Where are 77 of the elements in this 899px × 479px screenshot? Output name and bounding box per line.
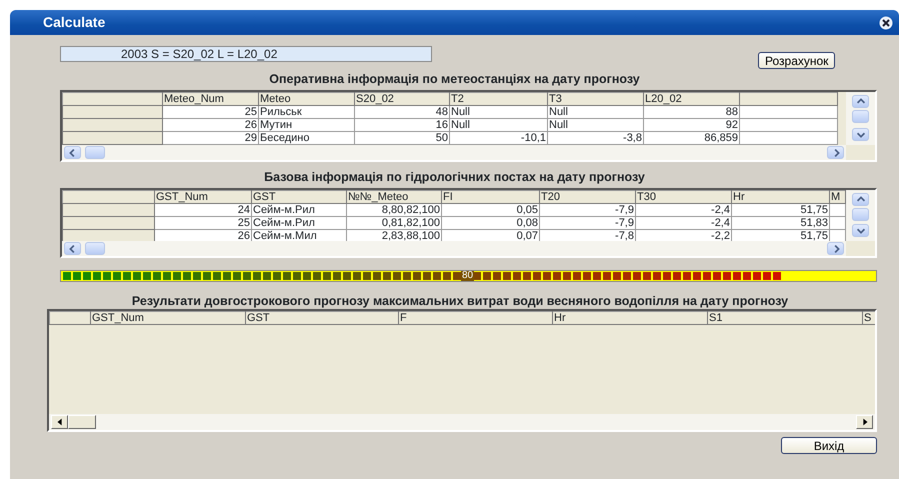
table-cell: Мутин: [258, 118, 354, 132]
column-header[interactable]: Meteo: [258, 92, 354, 106]
table-cell: Беседино: [258, 132, 354, 144]
table-cell: 48: [354, 106, 450, 118]
horizontal-scrollbar[interactable]: [62, 145, 846, 160]
column-header[interactable]: Meteo_Num: [162, 92, 258, 106]
table-cell: Null: [450, 106, 548, 118]
table-cell: 16: [354, 118, 450, 132]
header-cell[interactable]: [62, 92, 162, 106]
column-header[interactable]: T20: [540, 190, 636, 204]
section-title: Оперативна інформація по метеостанціях на дату прогнозу: [268, 73, 641, 86]
horizontal-scrollbar[interactable]: [62, 241, 846, 256]
table-cell: Сейм-м.Рил: [252, 216, 346, 230]
column-header[interactable]: T3: [548, 92, 644, 106]
table-cell: 92: [644, 118, 740, 132]
vertical-scrollbar[interactable]: [846, 92, 875, 145]
header-cell[interactable]: [740, 92, 838, 106]
table-cell: 86,859: [644, 132, 740, 144]
header-cell[interactable]: [50, 312, 90, 324]
close-icon[interactable]: [879, 16, 893, 30]
column-header[interactable]: GST_Num: [90, 312, 246, 324]
header-cell[interactable]: [62, 190, 154, 204]
column-header[interactable]: FI: [442, 190, 540, 204]
table-cell: -2,4: [636, 216, 732, 230]
exit-button[interactable]: Вихід: [781, 437, 877, 454]
table-cell: 0,08: [442, 216, 540, 230]
table-cell: 51,75: [732, 204, 830, 216]
table-cell: Сейм-м.Рил: [252, 204, 346, 216]
scroll-thumb[interactable]: [852, 110, 869, 123]
table-cell: 25: [154, 216, 252, 230]
parameters-field[interactable]: 2003 S = S20_02 L = L20_02: [60, 46, 432, 62]
table-cell: 24: [154, 204, 252, 216]
table-cell: Null: [548, 118, 644, 132]
progress-reading: 80: [461, 271, 474, 281]
table-cell: 51,83: [732, 216, 830, 230]
column-header[interactable]: GST: [246, 312, 398, 324]
window-title: Calculate: [43, 13, 106, 32]
table-cell: -10,1: [450, 132, 548, 144]
table-cell: 25: [162, 106, 258, 118]
column-header[interactable]: L20_02: [644, 92, 740, 106]
column-header[interactable]: Hr: [732, 190, 830, 204]
table-cell: Null: [548, 106, 644, 118]
scroll-up-button[interactable]: [852, 193, 869, 206]
scroll-thumb[interactable]: [85, 146, 105, 159]
column-header[interactable]: F: [398, 312, 552, 324]
vertical-scrollbar[interactable]: [846, 190, 875, 241]
section-title: Результати довгострокового прогнозу максимальних витрат води весняного водопілля на дату прогнозу: [130, 295, 790, 308]
calculate-button[interactable]: Розрахунок: [758, 52, 836, 69]
table-cell: 0,81,82,100: [346, 216, 442, 230]
table-cell: 88: [644, 106, 740, 118]
column-header[interactable]: GST: [252, 190, 346, 204]
column-header[interactable]: №№_Meteo: [346, 190, 442, 204]
table-cell: -7,9: [540, 204, 636, 216]
column-header[interactable]: S: [862, 312, 875, 324]
table-cell: -3,8: [548, 132, 644, 144]
table-cell: -2,4: [636, 204, 732, 216]
scroll-up-button[interactable]: [852, 95, 869, 108]
column-header[interactable]: Hr: [552, 312, 708, 324]
column-header[interactable]: GST_Num: [154, 190, 252, 204]
scroll-down-button[interactable]: [852, 128, 869, 141]
column-header[interactable]: S20_02: [354, 92, 450, 106]
column-header[interactable]: M: [830, 190, 846, 204]
table-cell: Рильськ: [258, 106, 354, 118]
section-title: Базова інформація по гідрологічних постах на дату прогнозу: [263, 171, 646, 184]
scroll-thumb[interactable]: [852, 208, 869, 221]
column-header[interactable]: T30: [636, 190, 732, 204]
table-cell: 0,05: [442, 204, 540, 216]
table-cell: Null: [450, 118, 548, 132]
table-cell: 50: [354, 132, 450, 144]
table-cell: 8,80,82,100: [346, 204, 442, 216]
table-cell: 26: [162, 118, 258, 132]
scroll-thumb[interactable]: [85, 242, 105, 255]
column-header[interactable]: S1: [708, 312, 862, 324]
table-cell: -7,9: [540, 216, 636, 230]
scroll-down-button[interactable]: [852, 224, 869, 237]
table-cell: 29: [162, 132, 258, 144]
column-header[interactable]: T2: [450, 92, 548, 106]
